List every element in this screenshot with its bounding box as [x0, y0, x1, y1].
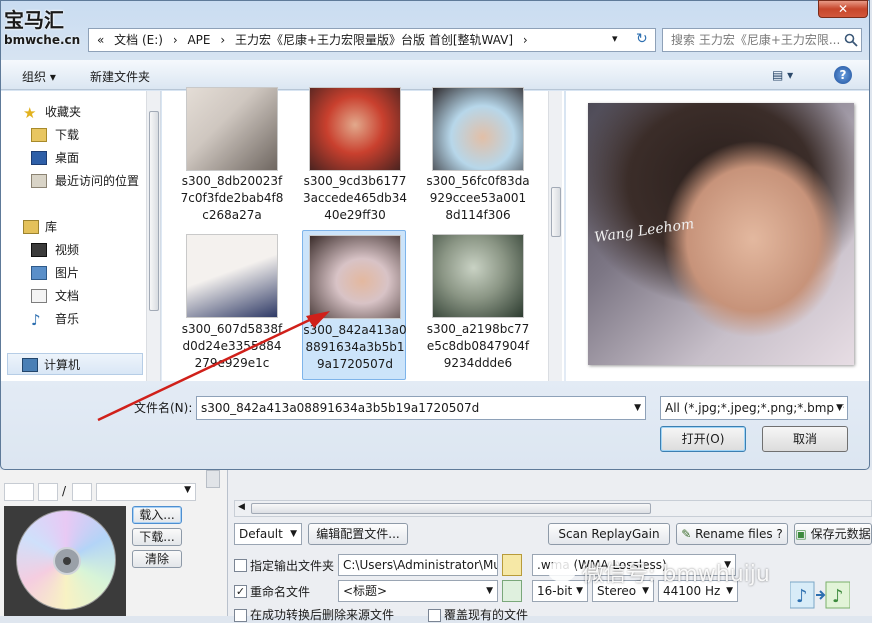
desktop-icon: [31, 151, 47, 165]
video-icon: [31, 243, 47, 257]
folder-browse-icon[interactable]: [502, 554, 522, 576]
filename-label: 文件名(N):: [134, 401, 193, 415]
sidebar-item-documents[interactable]: 文档: [1, 285, 146, 307]
sidebar-item-recent[interactable]: 最近访问的位置: [1, 170, 146, 192]
pictures-icon: [31, 266, 47, 280]
output-folder-label: 指定输出文件夹: [250, 559, 335, 573]
library-icon: [23, 220, 39, 234]
preview-image: Wang Leehom: [588, 103, 854, 365]
delete-source-label: 在成功转换后删除来源文件: [250, 608, 395, 622]
svg-text:♪: ♪: [832, 586, 844, 607]
field-cell[interactable]: [4, 483, 34, 501]
field-cell[interactable]: [38, 483, 58, 501]
svg-text:♪: ♪: [796, 586, 808, 607]
download-button[interactable]: 下载...: [132, 528, 182, 546]
documents-icon: [31, 289, 47, 303]
preview-signature: Wang Leehom: [593, 216, 696, 246]
recent-locations-dropdown[interactable]: ▾: [612, 32, 618, 45]
organize-menu[interactable]: 组织 ▾: [22, 68, 56, 85]
edit-config-button[interactable]: 编辑配置文件...: [308, 523, 408, 545]
breadcrumb-ape[interactable]: APE: [187, 33, 210, 47]
file-item[interactable]: s300_56fc0f83da929ccee53a0018d114f306: [426, 87, 530, 227]
sidebar-item-desktop[interactable]: 桌面: [1, 147, 146, 169]
file-list-scrollbar[interactable]: [548, 91, 562, 381]
file-item[interactable]: s300_a2198bc77e5c8db0847904f9234ddde6: [426, 230, 530, 380]
overwrite-label: 覆盖现有的文件: [444, 608, 529, 622]
sidebar-item-music[interactable]: ♪ 音乐: [1, 308, 146, 330]
sidebar-libraries[interactable]: 库: [1, 216, 146, 238]
rename-icon: ✎: [681, 527, 696, 541]
open-button[interactable]: 打开(O): [660, 426, 746, 452]
album-art: [4, 506, 126, 616]
search-icon[interactable]: [844, 33, 858, 47]
preset-select[interactable]: Default ▼: [234, 523, 302, 545]
computer-icon: [22, 358, 38, 372]
filetype-select[interactable]: All (*.jpg;*.jpeg;*.png;*.bmp;* ▼: [660, 396, 848, 420]
breadcrumb-album-folder[interactable]: 王力宏《尼康+王力宏限量版》台版 首创[整轨WAV]: [235, 33, 513, 47]
cancel-button[interactable]: 取消: [762, 426, 848, 452]
sidebar-favorites[interactable]: ★ 收藏夹: [1, 101, 146, 123]
watermark: 微信号: bmwhuiju: [582, 562, 770, 587]
rename-checkbox[interactable]: ✓: [234, 585, 247, 598]
sidebar-item-pictures[interactable]: 图片: [1, 262, 146, 284]
cd-disc-icon: [16, 510, 116, 610]
navigation-pane: ★ 收藏夹 下载 桌面 最近访问的位置 库 视频 图片 文档 ♪ 音乐 计算机: [1, 91, 161, 381]
music-convert-icon: ♪ ♪: [790, 581, 850, 609]
field-cell[interactable]: [72, 483, 92, 501]
file-thumbnail: [186, 87, 278, 171]
breadcrumb-drive[interactable]: 文档 (E:): [114, 33, 163, 47]
output-folder-checkbox[interactable]: [234, 559, 247, 572]
recent-places-icon: [31, 174, 47, 188]
preview-pane: Wang Leehom: [566, 91, 869, 381]
breadcrumb-separator[interactable]: ›: [523, 33, 528, 47]
bit-depth-select[interactable]: 16-bit ▼: [532, 580, 588, 602]
filename-input[interactable]: s300_842a413a08891634a3b5b19a1720507d ▼: [196, 396, 646, 420]
file-item[interactable]: s300_607d5838fd0d24e3355884279e929e1c: [180, 230, 284, 380]
search-input[interactable]: 搜索 王力宏《尼康+王力宏限...: [662, 28, 862, 52]
file-list: s300_8db20023f7c0f3fde2bab4f8c268a27a s3…: [162, 87, 564, 381]
field-separator: /: [62, 484, 67, 498]
scan-replaygain-button[interactable]: Scan ReplayGain: [548, 523, 670, 545]
save-icon: ▣: [795, 527, 811, 541]
field-dropdown[interactable]: ▼: [96, 483, 196, 501]
file-thumbnail: [432, 234, 524, 318]
help-icon[interactable]: ?: [834, 66, 852, 84]
sidebar-computer[interactable]: 计算机: [7, 353, 143, 375]
rename-label: 重命名文件: [250, 585, 311, 599]
rename-pattern-select[interactable]: <标题> ▼: [338, 580, 498, 602]
address-bar[interactable]: « 文档 (E:) › APE › 王力宏《尼康+王力宏限量版》台版 首创[整轨…: [88, 28, 656, 52]
breadcrumb-separator[interactable]: ›: [220, 33, 225, 47]
sidebar-item-videos[interactable]: 视频: [1, 239, 146, 261]
scrollbar-thumb[interactable]: [251, 503, 651, 514]
pattern-edit-icon[interactable]: [502, 580, 522, 602]
refresh-icon[interactable]: ↻: [636, 31, 648, 47]
breadcrumb-separator[interactable]: ›: [173, 33, 178, 47]
download-folder-icon: [31, 128, 47, 142]
star-icon: ★: [23, 104, 37, 122]
new-folder-button[interactable]: 新建文件夹: [90, 68, 150, 85]
scrollbar-thumb[interactable]: [551, 187, 561, 237]
file-item[interactable]: s300_9cd3b61773accede465db3440e29ff30: [303, 87, 407, 227]
close-button[interactable]: ✕: [818, 0, 868, 18]
load-button[interactable]: 载入...: [132, 506, 182, 524]
clear-button[interactable]: 清除: [132, 550, 182, 568]
file-thumbnail: [432, 87, 524, 171]
file-thumbnail: [309, 235, 401, 319]
horizontal-scrollbar[interactable]: ◀: [234, 500, 872, 517]
save-metadata-button[interactable]: ▣ 保存元数据: [794, 523, 872, 545]
file-thumbnail: [186, 234, 278, 318]
file-item-selected[interactable]: s300_842a413a08891634a3b5b19a1720507d: [302, 230, 407, 380]
file-thumbnail: [309, 87, 401, 171]
sidebar-item-downloads[interactable]: 下载: [1, 124, 146, 146]
music-icon: ♪: [31, 311, 41, 329]
output-folder-path[interactable]: C:\Users\Administrator\Music: [338, 554, 498, 576]
file-item[interactable]: s300_8db20023f7c0f3fde2bab4f8c268a27a: [180, 87, 284, 227]
scrollbar-thumb[interactable]: [149, 111, 159, 311]
wechat-icon: [548, 560, 576, 582]
scrollbar-stub[interactable]: [206, 470, 220, 488]
view-options-button[interactable]: ▤ ▾: [772, 68, 793, 82]
breadcrumb-overflow[interactable]: «: [97, 33, 104, 47]
rename-files-button[interactable]: ✎ Rename files ?: [676, 523, 788, 545]
nav-pane-scrollbar[interactable]: [146, 91, 160, 381]
